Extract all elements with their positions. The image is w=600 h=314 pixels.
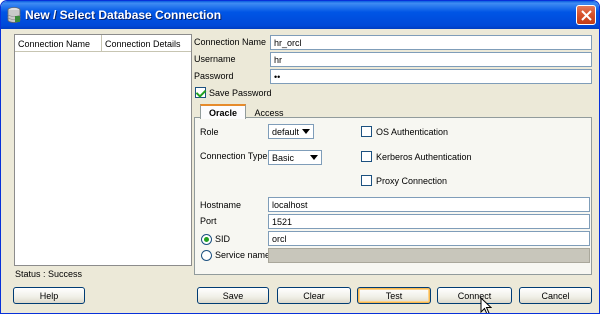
sid-label: SID bbox=[215, 234, 231, 244]
save-password-label: Save Password bbox=[209, 88, 272, 98]
tab-access[interactable]: Access bbox=[248, 106, 290, 120]
sid-input[interactable]: orcl bbox=[268, 231, 590, 246]
database-icon bbox=[7, 7, 21, 23]
close-icon bbox=[581, 10, 592, 21]
service-name-label: Service name bbox=[215, 250, 271, 260]
test-button[interactable]: Test bbox=[357, 287, 431, 304]
port-input[interactable]: 1521 bbox=[268, 214, 590, 229]
tab-oracle[interactable]: Oracle bbox=[200, 104, 246, 119]
cancel-button[interactable]: Cancel bbox=[519, 287, 592, 304]
hostname-input[interactable]: localhost bbox=[268, 197, 590, 212]
port-label: Port bbox=[200, 216, 217, 226]
chevron-down-icon bbox=[302, 129, 310, 134]
os-authentication-label: OS Authentication bbox=[376, 127, 449, 137]
username-input[interactable]: hr bbox=[270, 52, 592, 67]
sid-radio[interactable] bbox=[201, 234, 212, 245]
mouse-pointer-icon bbox=[480, 297, 492, 313]
clear-button[interactable]: Clear bbox=[277, 287, 351, 304]
column-divider[interactable] bbox=[101, 35, 102, 51]
column-header-connection-details[interactable]: Connection Details bbox=[105, 39, 181, 49]
connection-list-header: Connection Name Connection Details bbox=[15, 35, 191, 52]
connection-type-label: Connection Type bbox=[200, 151, 268, 161]
username-label: Username bbox=[194, 54, 236, 64]
dialog-body: Connection Name Connection Details Statu… bbox=[4, 29, 596, 313]
connection-type-select[interactable]: Basic bbox=[268, 150, 322, 165]
role-select[interactable]: default bbox=[268, 124, 314, 139]
chevron-down-icon bbox=[310, 155, 318, 160]
connection-type-value: Basic bbox=[272, 153, 295, 163]
password-input[interactable]: •• bbox=[270, 69, 592, 84]
service-name-input[interactable] bbox=[268, 248, 590, 263]
password-label: Password bbox=[194, 71, 234, 81]
save-button[interactable]: Save bbox=[197, 287, 269, 304]
save-password-checkbox[interactable] bbox=[195, 87, 206, 98]
connect-button[interactable]: Connect bbox=[437, 287, 512, 304]
connection-list[interactable]: Connection Name Connection Details bbox=[14, 34, 192, 266]
role-label: Role bbox=[200, 127, 219, 137]
close-button[interactable] bbox=[576, 5, 596, 25]
connection-name-input[interactable]: hr_orcl bbox=[270, 35, 592, 50]
kerberos-authentication-label: Kerberos Authentication bbox=[376, 152, 472, 162]
proxy-connection-checkbox[interactable] bbox=[361, 175, 372, 186]
window-title: New / Select Database Connection bbox=[25, 8, 222, 22]
help-button[interactable]: Help bbox=[13, 287, 85, 304]
proxy-connection-label: Proxy Connection bbox=[376, 176, 448, 186]
connection-name-label: Connection Name bbox=[194, 37, 267, 47]
title-bar[interactable]: New / Select Database Connection bbox=[1, 1, 599, 29]
kerberos-authentication-checkbox[interactable] bbox=[361, 151, 372, 162]
os-authentication-checkbox[interactable] bbox=[361, 126, 372, 137]
hostname-label: Hostname bbox=[200, 200, 242, 210]
column-header-connection-name[interactable]: Connection Name bbox=[18, 39, 90, 49]
role-value: default bbox=[272, 127, 300, 137]
status-text: Status : Success bbox=[15, 269, 83, 279]
service-name-radio[interactable] bbox=[201, 250, 212, 261]
dialog-window: New / Select Database Connection Connect… bbox=[0, 0, 600, 314]
